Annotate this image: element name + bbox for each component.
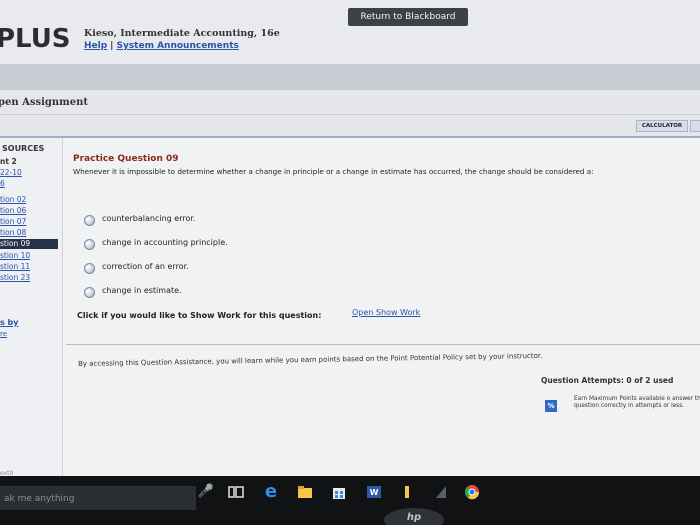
sidebar-item-chapter[interactable]: nt 2	[0, 157, 58, 167]
microphone-icon[interactable]: 🎤	[197, 483, 215, 501]
sidebar-item-question-02[interactable]: tion 02	[0, 195, 58, 205]
return-to-blackboard-button[interactable]: Return to Blackboard	[348, 8, 468, 26]
sidebar-item-question-08[interactable]: tion 08	[0, 228, 58, 238]
answer-option-label: change in estimate.	[102, 286, 182, 295]
hp-logo: hp	[384, 508, 444, 525]
wileyplus-logo: PLUS	[0, 24, 71, 54]
question-attempts: Question Attempts: 0 of 2 used	[541, 376, 674, 385]
sidebar-link-bottom[interactable]: s by	[0, 318, 19, 327]
sidebar-item-question-09[interactable]: stion 09	[0, 239, 58, 249]
extra-tool-button[interactable]	[690, 120, 700, 132]
help-links: Help | System Announcements	[84, 41, 239, 51]
word-icon[interactable]: W	[365, 483, 383, 501]
calculator-button[interactable]: CALCULATOR	[636, 120, 688, 132]
answer-option-label: change in accounting principle.	[102, 238, 228, 247]
radio-button-icon[interactable]	[84, 215, 95, 226]
percent-icon: %	[545, 400, 557, 412]
help-link[interactable]: Help	[84, 41, 107, 51]
answer-option-label: counterbalancing error.	[102, 214, 196, 223]
system-announcements-link[interactable]: System Announcements	[116, 41, 238, 51]
page-title: pen Assignment	[0, 97, 89, 108]
sidebar-item-question-23[interactable]: stion 23	[0, 273, 58, 283]
question-title: Practice Question 09	[73, 154, 179, 164]
question-text: Whenever it is impossible to determine w…	[73, 167, 594, 176]
radio-button-icon[interactable]	[84, 287, 95, 298]
screen: Return to Blackboard PLUS Kieso, Interme…	[0, 0, 700, 525]
sidebar-item-question-06[interactable]: tion 06	[0, 206, 58, 216]
sidebar-item-question-11[interactable]: stion 11	[0, 262, 58, 272]
book-title: Kieso, Intermediate Accounting, 16e	[84, 28, 280, 39]
taskbar-corner-text: ext0	[0, 470, 14, 477]
sidebar-item-exercise[interactable]: 22-10	[0, 168, 58, 178]
pin-icon[interactable]	[398, 483, 416, 501]
store-icon[interactable]	[330, 483, 348, 501]
sidebar-item-question-07[interactable]: tion 07	[0, 217, 58, 227]
hp-app-icon[interactable]	[432, 483, 450, 501]
answer-option-label: correction of an error.	[102, 262, 189, 271]
chrome-icon[interactable]	[463, 483, 481, 501]
resources-heading: SOURCES	[2, 144, 45, 153]
earn-points-text: Earn Maximum Points available o answer t…	[574, 396, 700, 410]
navigation-band	[0, 64, 700, 90]
file-explorer-icon[interactable]	[296, 483, 314, 501]
sidebar-item-question-10[interactable]: stion 10	[0, 251, 58, 261]
question-panel	[0, 136, 700, 478]
edge-browser-icon[interactable]: e	[262, 483, 280, 501]
section-divider	[66, 344, 700, 345]
title-divider	[0, 114, 700, 115]
cortana-search-input[interactable]: ak me anything	[4, 494, 74, 504]
task-view-icon[interactable]	[227, 483, 245, 501]
sidebar-item-problem[interactable]: 6	[0, 179, 58, 189]
open-show-work-link[interactable]: Open Show Work	[352, 308, 420, 317]
sidebar-link-bottom-2[interactable]: re	[0, 330, 7, 338]
show-work-prompt: Click if you would like to Show Work for…	[77, 311, 322, 320]
svg-text:W: W	[370, 488, 379, 497]
radio-button-icon[interactable]	[84, 239, 95, 250]
radio-button-icon[interactable]	[84, 263, 95, 274]
resources-sidebar: SOURCES nt 2 22-10 6 tion 02 tion 06 tio…	[0, 138, 63, 476]
